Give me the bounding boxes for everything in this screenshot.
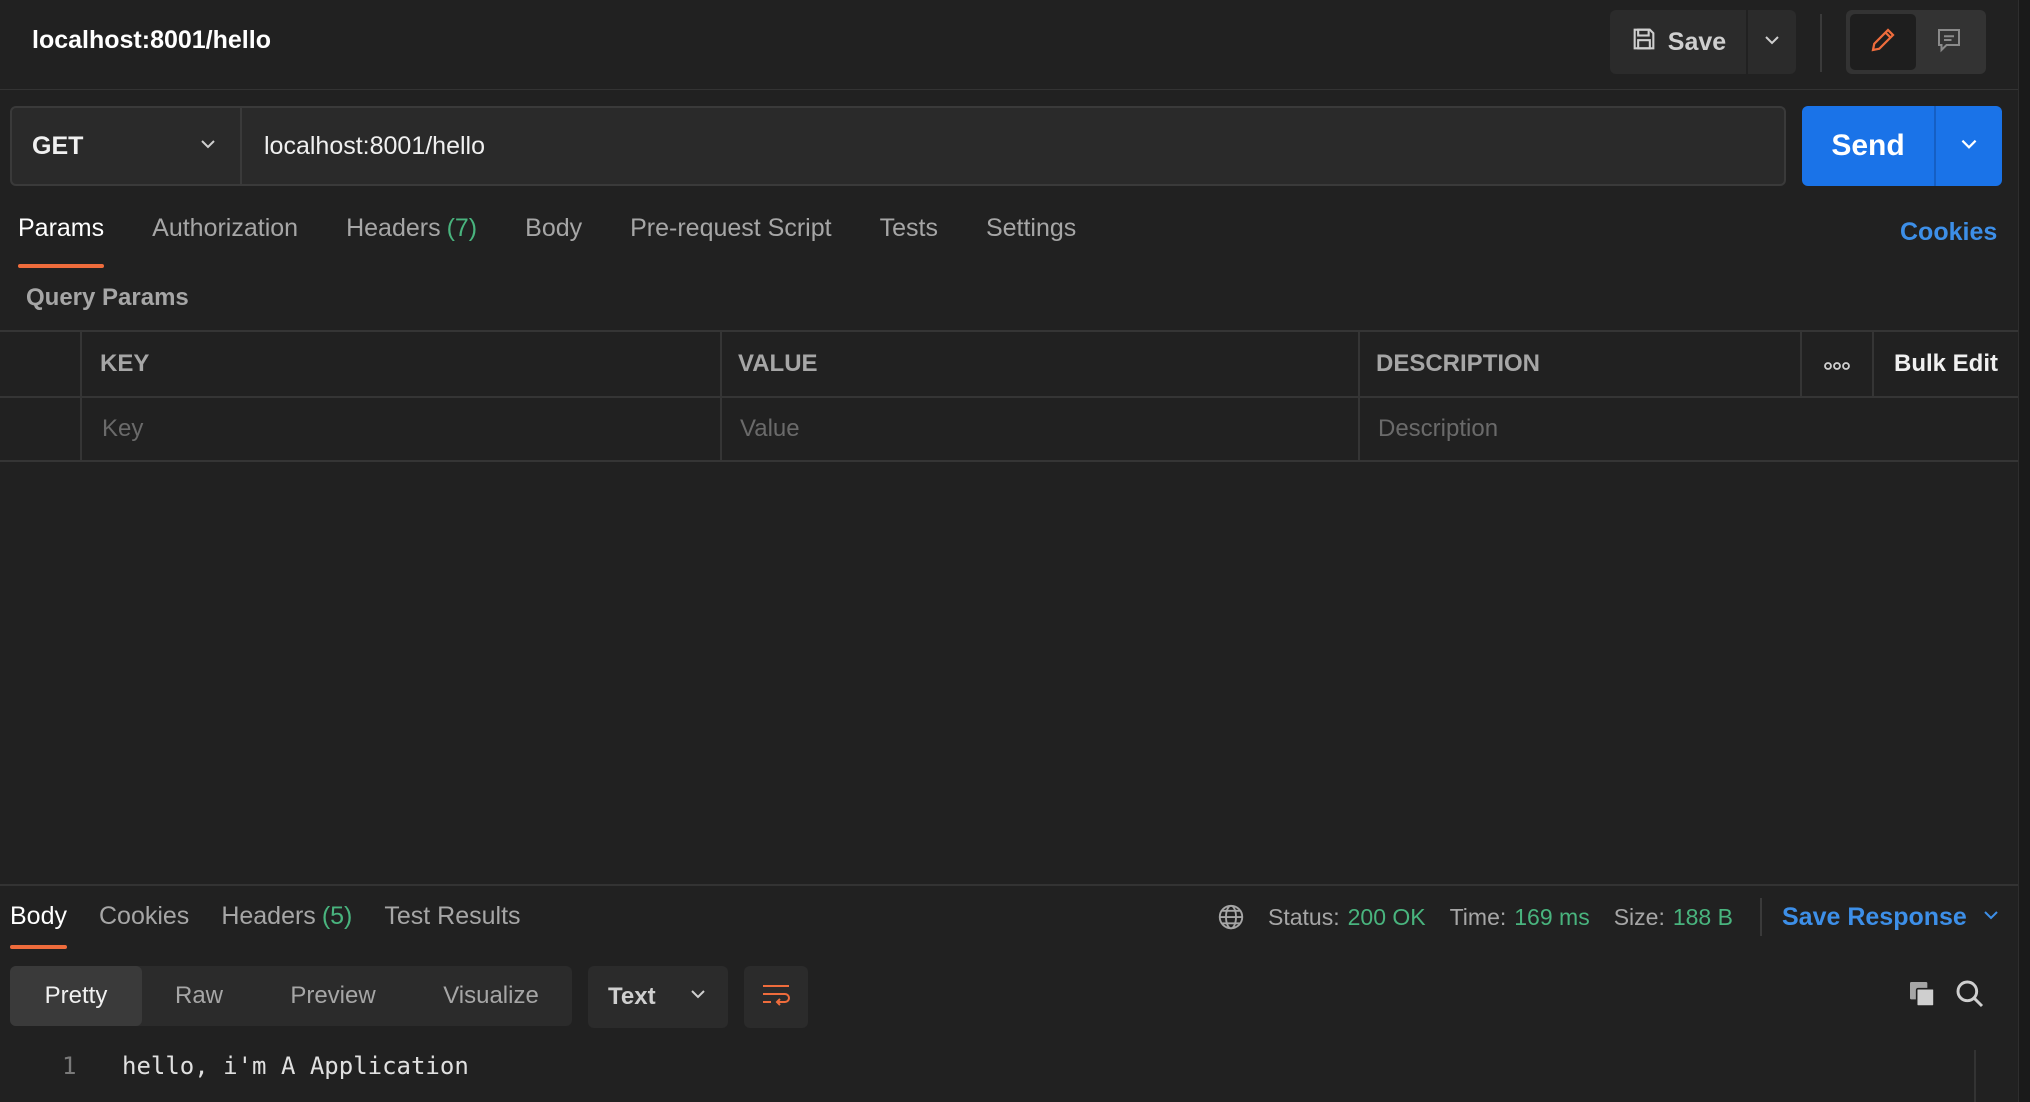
method-select[interactable]: GET [12, 108, 242, 184]
chevron-down-icon [688, 983, 708, 1011]
response-status-bar: Status: 200 OK Time: 169 ms Size: 188 B [1216, 902, 1757, 932]
comments-mode-button[interactable] [1916, 14, 1982, 70]
format-label: Text [608, 983, 656, 1010]
send-button[interactable]: Send [1802, 106, 1936, 186]
query-params-table: KEY VALUE DESCRIPTION Bulk Edit [0, 330, 2018, 462]
key-cell [82, 398, 722, 460]
response-body-editor[interactable]: 1 hello, i'm A Application [0, 1048, 2018, 1102]
chevron-down-icon [1958, 133, 1980, 160]
toolbar-divider [1820, 14, 1822, 72]
value-cell [722, 398, 1360, 460]
tab-settings[interactable]: Settings [986, 214, 1076, 268]
headers-count: (7) [446, 214, 478, 242]
save-button-label: Save [1667, 27, 1727, 56]
url-bar: GET [10, 106, 1786, 186]
response-view-toggle: Pretty Raw Preview Visualize [10, 966, 572, 1026]
window-edge [2018, 0, 2030, 1102]
wrap-lines-button[interactable] [744, 966, 808, 1028]
time-label: Time: [1449, 903, 1507, 930]
url-input[interactable] [242, 108, 1784, 184]
table-row [0, 396, 2018, 462]
size-value[interactable]: 188 B [1673, 904, 1733, 931]
line-number: 1 [62, 1052, 77, 1080]
tab-tests[interactable]: Tests [880, 214, 938, 268]
column-header-key: KEY [82, 332, 722, 396]
response-body-text[interactable]: hello, i'm A Application [122, 1052, 469, 1080]
pencil-icon [1868, 25, 1898, 60]
chevron-down-icon [198, 132, 218, 161]
more-options-button[interactable] [1800, 332, 1874, 396]
tab-response-cookies[interactable]: Cookies [99, 902, 189, 949]
tab-headers-label: Headers [346, 214, 441, 242]
column-header-value: VALUE [722, 332, 1360, 396]
description-input[interactable] [1376, 414, 2018, 444]
tab-body[interactable]: Body [525, 214, 582, 268]
chevron-down-icon [1981, 903, 2001, 932]
query-params-label: Query Params [26, 284, 189, 311]
comment-icon [1934, 25, 1964, 60]
more-horizontal-icon [1824, 350, 1850, 378]
send-group: Send [1802, 106, 2002, 186]
tab-response-headers-label: Headers [221, 902, 316, 930]
mode-toggle [1846, 10, 1986, 74]
editor-scrollbar[interactable] [1974, 1050, 2018, 1102]
request-tabs: Params Authorization Headers (7) Body Pre… [18, 214, 1124, 268]
save-icon [1630, 25, 1658, 60]
view-preview-button[interactable]: Preview [256, 966, 410, 1026]
table-header-row: KEY VALUE DESCRIPTION Bulk Edit [0, 330, 2018, 396]
view-raw-button[interactable]: Raw [142, 966, 256, 1026]
status-value[interactable]: 200 OK [1348, 904, 1426, 931]
status-label: Status: [1268, 903, 1340, 930]
globe-icon[interactable] [1216, 902, 1246, 932]
copy-icon[interactable] [1906, 978, 1938, 1015]
view-pretty-button[interactable]: Pretty [10, 966, 142, 1026]
save-button[interactable]: Save [1610, 10, 1746, 74]
response-format-select[interactable]: Text [588, 966, 728, 1028]
key-input[interactable] [100, 414, 720, 444]
tab-params[interactable]: Params [18, 214, 105, 268]
tab-authorization[interactable]: Authorization [152, 214, 298, 268]
tab-prerequest-script[interactable]: Pre-request Script [630, 214, 831, 268]
tab-test-results[interactable]: Test Results [384, 902, 520, 949]
postman-request-window: localhost:8001/hello Save GET localhost:… [0, 0, 2030, 1102]
value-input[interactable] [738, 414, 1358, 444]
request-title[interactable]: localhost:8001/hello [32, 26, 271, 55]
save-group: Save [1610, 10, 1796, 74]
tab-response-headers[interactable]: Headers (5) [221, 902, 352, 949]
request-header: localhost:8001/hello Save [0, 0, 2018, 90]
bulk-edit-button[interactable]: Bulk Edit [1874, 332, 2018, 396]
save-response-label: Save Response [1782, 902, 1967, 931]
chevron-down-icon [1762, 30, 1782, 55]
checkbox-column-header [0, 332, 82, 396]
tab-response-body[interactable]: Body [10, 902, 67, 949]
method-label: GET [32, 131, 84, 160]
search-icon[interactable] [1954, 978, 1986, 1015]
tab-headers[interactable]: Headers (7) [346, 214, 477, 268]
size-label: Size: [1613, 903, 1665, 930]
save-response-button[interactable]: Save Response [1760, 898, 2001, 936]
cookies-link[interactable]: Cookies [1900, 218, 1997, 247]
send-options-button[interactable] [1936, 106, 2002, 186]
save-options-button[interactable] [1748, 10, 1796, 74]
time-value[interactable]: 169 ms [1514, 904, 1589, 931]
row-checkbox-cell [0, 398, 82, 460]
response-divider[interactable] [0, 884, 2018, 886]
column-header-description: DESCRIPTION [1376, 350, 1541, 377]
response-headers-count: (5) [321, 902, 353, 930]
response-tabs: Body Cookies Headers (5) Test Results [10, 902, 553, 949]
wrap-lines-icon [760, 981, 792, 1014]
description-cell [1360, 398, 2018, 460]
edit-mode-button[interactable] [1850, 14, 1916, 70]
view-visualize-button[interactable]: Visualize [410, 966, 572, 1026]
